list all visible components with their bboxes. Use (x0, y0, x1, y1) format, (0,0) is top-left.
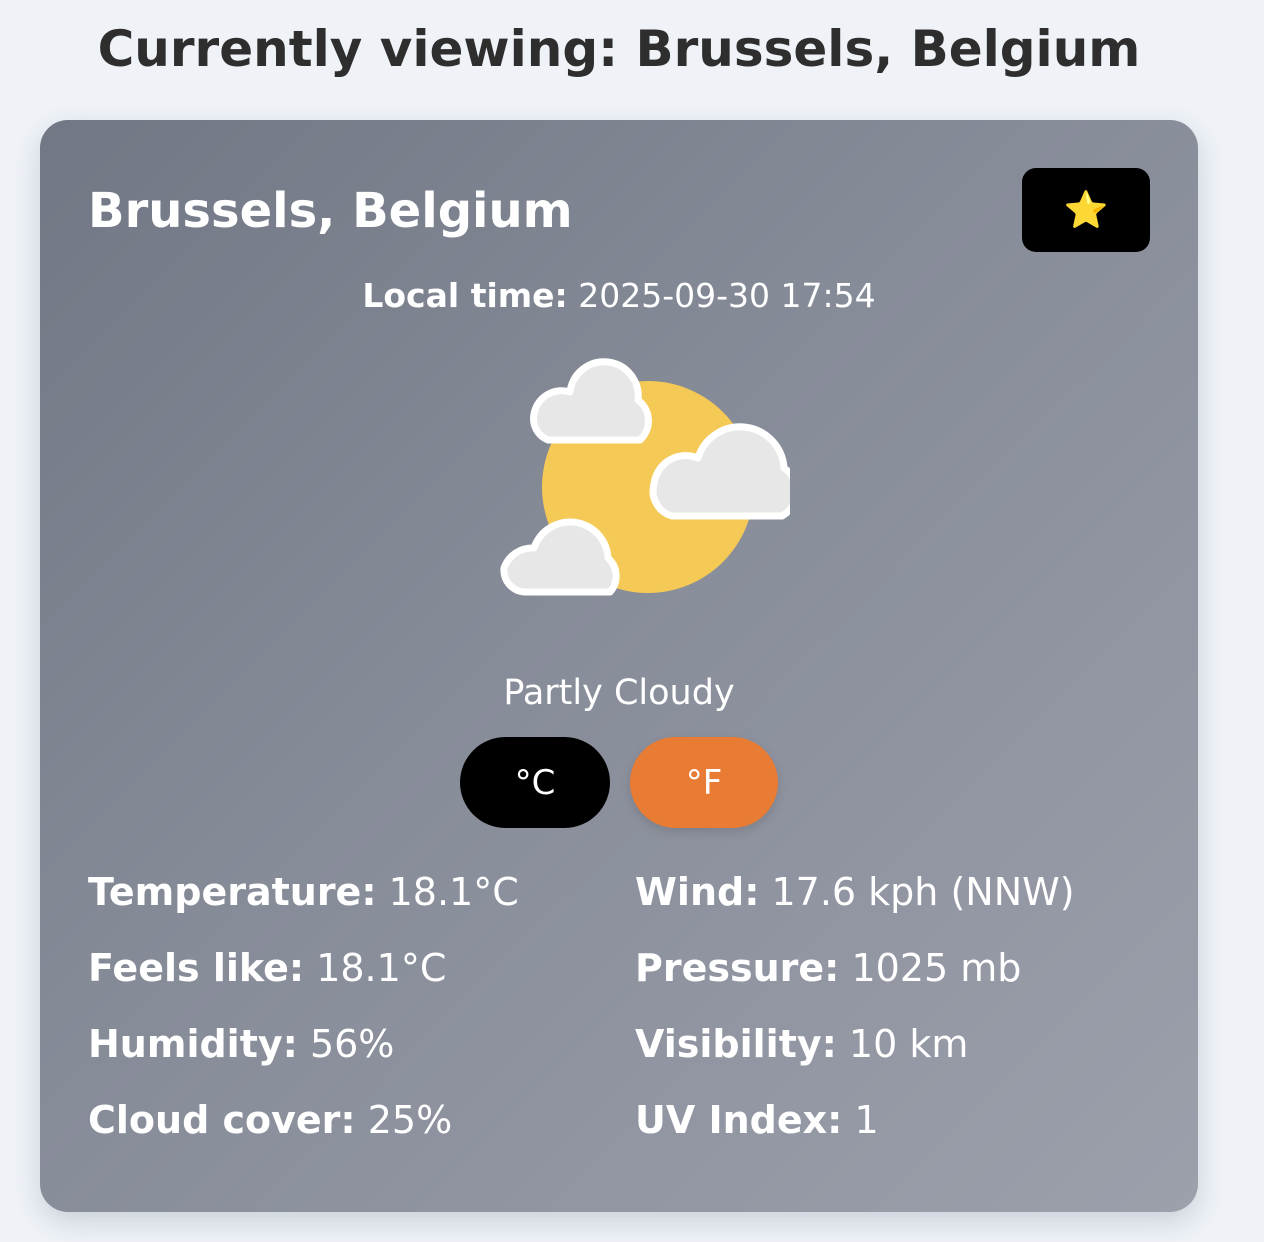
celsius-button[interactable]: °C (460, 737, 610, 828)
partly-cloudy-icon (500, 358, 790, 596)
stat-value: 25% (367, 1098, 453, 1142)
cloud-top (530, 358, 652, 444)
stat-label: Pressure: (635, 946, 840, 990)
star-icon: ⭐ (1063, 189, 1109, 230)
stat-uv-index: UV Index: 1 (635, 1094, 879, 1146)
stat-value: 17.6 kph (NNW) (771, 870, 1075, 914)
stat-value: 1025 mb (851, 946, 1022, 990)
stat-temperature: Temperature: 18.1°C (88, 866, 519, 918)
cloud-bottom (500, 518, 620, 596)
stat-label: Humidity: (88, 1022, 298, 1066)
stat-feels-like: Feels like: 18.1°C (88, 942, 446, 994)
stat-label: Temperature: (88, 870, 377, 914)
page-title: Currently viewing: Brussels, Belgium (97, 20, 1141, 78)
fahrenheit-button[interactable]: °F (630, 737, 778, 828)
weather-card: Brussels, Belgium ⭐ Local time: 2025-09-… (40, 120, 1198, 1212)
local-time-value: 2025-09-30 17:54 (578, 276, 876, 315)
favorite-button[interactable]: ⭐ (1022, 168, 1150, 252)
stat-value: 1 (854, 1098, 879, 1142)
stat-visibility: Visibility: 10 km (635, 1018, 968, 1070)
stat-label: Cloud cover: (88, 1098, 356, 1142)
condition-text: Partly Cloudy (503, 673, 735, 713)
stat-value: 18.1°C (388, 870, 519, 914)
stat-value: 18.1°C (316, 946, 447, 990)
city-title: Brussels, Belgium (88, 183, 573, 239)
stat-label: Wind: (635, 870, 760, 914)
stat-wind: Wind: 17.6 kph (NNW) (635, 866, 1075, 918)
stat-humidity: Humidity: 56% (88, 1018, 394, 1070)
local-time-label: Local time: (362, 276, 568, 315)
stat-value: 56% (309, 1022, 395, 1066)
local-time: Local time: 2025-09-30 17:54 (40, 272, 1198, 320)
stat-pressure: Pressure: 1025 mb (635, 942, 1021, 994)
stat-label: Feels like: (88, 946, 305, 990)
stat-label: UV Index: (635, 1098, 843, 1142)
stat-label: Visibility: (635, 1022, 837, 1066)
stat-value: 10 km (848, 1022, 969, 1066)
stat-cloud-cover: Cloud cover: 25% (88, 1094, 452, 1146)
